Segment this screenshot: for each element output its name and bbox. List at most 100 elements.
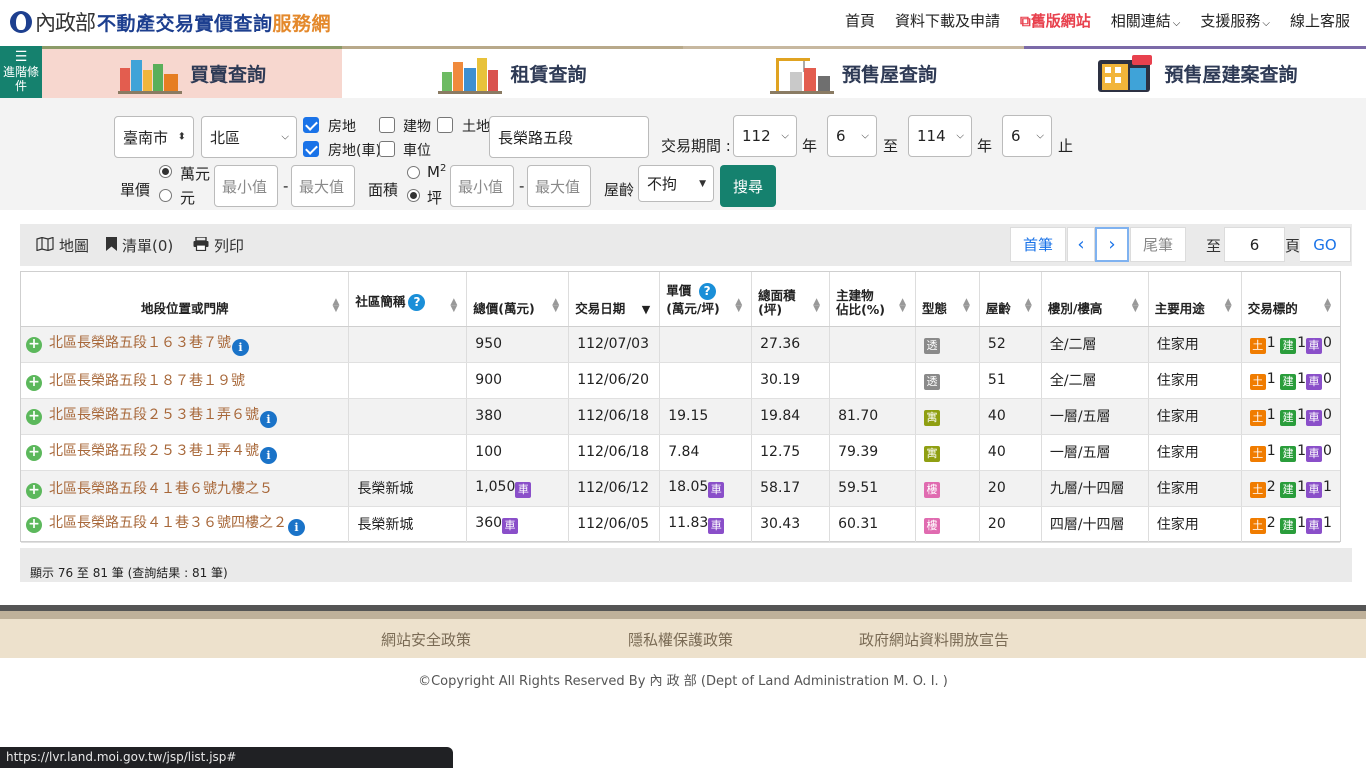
address-link[interactable]: 北區長榮路五段１８７巷１９號 [49,373,245,389]
city-select[interactable]: 臺南市 ⬍ [114,116,194,158]
first-page-button[interactable]: 首筆 [1010,227,1066,262]
map-button[interactable]: 地圖 [36,235,89,256]
checkbox-land[interactable] [437,117,453,133]
expand-plus-icon[interactable]: + [26,374,42,391]
nav-links[interactable]: 相關連結 ⌵ [1111,10,1181,31]
area-max-placeholder: 最大值 [535,177,581,196]
to-month-select[interactable]: 6 ⌵ [1002,115,1052,157]
help-icon[interactable]: ? [408,294,426,312]
cell-address[interactable]: + 北區長榮路五段４１巷６號九樓之５ [21,470,350,507]
advanced-conditions-toggle[interactable]: ☰ 進階條件 [0,46,42,102]
expand-plus-icon[interactable]: + [26,337,42,353]
tab-presale[interactable]: 預售屋查詢 [683,46,1024,98]
table-row[interactable]: + 北區長榮路五段１８７巷１９號 900 112/06/20 30.19 透 51 全/二層住… [21,362,1340,399]
col-trade-target[interactable]: 交易標的 ▲ ▼ [1241,272,1340,327]
col-total-area[interactable]: 總面積 (坪) ▲ ▼ [751,272,831,327]
address-link[interactable]: 北區長榮路五段１６３巷７號 [49,335,231,351]
radio-area-ping[interactable] [407,189,420,202]
footer-privacy-policy[interactable]: 隱私權保護政策 [628,629,733,650]
cell-trade-date: 112/06/12 [568,470,661,507]
checkbox-land-building-car[interactable] [303,141,319,157]
area-unit-m: M [427,163,440,181]
nav-support[interactable]: 支援服務 ⌵ [1200,10,1270,31]
house-age-select[interactable]: 不拘 ▼ [638,165,714,202]
table-row[interactable]: + 北區長榮路五段４１巷６號九樓之５ 長榮新城 1,050 車 112/06/12 18.0… [21,470,1340,507]
from-month-select[interactable]: 6 ⌵ [827,115,877,157]
next-page-button[interactable]: › [1095,227,1129,262]
table-row[interactable]: + 北區長榮路五段１６３巷７號 i 950 112/07/03 27.36 透 52 全/二層住… [21,326,1340,363]
info-icon[interactable]: i [260,411,277,428]
col-trade-date[interactable]: 交易日期 ▼ [568,272,661,327]
col-main-building-ratio[interactable]: 主建物 佔比(%) ▲ ▼ [829,272,916,327]
road-input[interactable]: 長榮路五段 [489,116,649,158]
address-link[interactable]: 北區長榮路五段４１巷６號九樓之５ [49,481,273,497]
cell-address[interactable]: + 北區長榮路五段１８７巷１９號 [21,362,350,399]
expand-plus-icon[interactable]: + [26,517,42,533]
price-min-input[interactable]: 最小值 [214,165,278,207]
to-year-select[interactable]: 114 ⌵ [908,115,972,157]
checkbox-building[interactable] [379,117,395,133]
nav-online-service[interactable]: 線上客服 [1290,10,1350,31]
prev-page-button[interactable]: ‹ [1067,227,1095,262]
cell-address[interactable]: + 北區長榮路五段２５３巷１弄６號 i [21,398,350,435]
nav-legacy-site[interactable]: ⧉舊版網站 [1020,10,1091,31]
nav-download[interactable]: 資料下載及申請 [895,10,1000,31]
info-icon[interactable]: i [288,519,305,536]
address-link[interactable]: 北區長榮路五段２５３巷１弄４號 [49,443,259,459]
print-button[interactable]: 列印 [193,235,244,256]
search-button[interactable]: 搜尋 [720,165,776,207]
label-land-building-car: 房地(車) [328,143,381,159]
cell-floor: 一層/五層 [1041,434,1149,471]
table-row[interactable]: + 北區長榮路五段４１巷３６號四樓之２ i 長榮新城 360 車 112/06/05 11.8… [21,506,1340,543]
price-max-input[interactable]: 最大值 [291,165,355,207]
district-select[interactable]: 北區 ⌵ [201,116,297,158]
col-type[interactable]: 型態 ▲ ▼ [915,272,980,327]
page-number-input[interactable]: 6 [1224,227,1285,262]
radio-price-yuan[interactable] [159,189,172,202]
site-logo[interactable]: 內政部 不動產交易實價查詢 服務網 [10,6,331,38]
nav-home[interactable]: 首頁 [845,10,875,31]
address-link[interactable]: 北區長榮路五段４１巷３６號四樓之２ [49,515,287,531]
tab-presale-project[interactable]: 預售屋建案查詢 [1024,46,1366,98]
go-button[interactable]: GO [1300,227,1351,262]
col-unit-price[interactable]: 單價 ? (萬元/坪) ▲ ▼ [659,272,753,327]
last-page-button[interactable]: 尾筆 [1130,227,1186,262]
expand-plus-icon[interactable]: + [26,445,42,461]
footer-security-policy[interactable]: 網站安全政策 [381,629,471,650]
col-usage[interactable]: 主要用途 ▲ ▼ [1148,272,1242,327]
help-icon[interactable]: ? [698,282,716,300]
radio-area-m2[interactable] [407,166,420,179]
tab-rental[interactable]: 租賃查詢 [342,46,683,98]
col-address[interactable]: 地段位置或門牌 ▲ ▼ [21,272,350,327]
col-address-label: 地段位置或門牌 [140,300,229,316]
expand-plus-icon[interactable]: + [26,409,42,425]
tab-buy-sell[interactable]: 買賣查詢 [42,46,342,98]
info-icon[interactable]: i [260,447,277,464]
footer-open-data[interactable]: 政府網站資料開放宣告 [859,629,1009,650]
table-row[interactable]: + 北區長榮路五段２５３巷１弄４號 i 100 112/06/18 7.84 12.75 79… [21,434,1340,471]
radio-price-wan[interactable] [159,165,172,178]
from-year-select[interactable]: 112 ⌵ [733,115,797,157]
checkbox-land-building[interactable] [303,117,319,133]
sort-icon: ▲ ▼ [552,296,560,314]
table-row[interactable]: + 北區長榮路五段２５３巷１弄６號 i 380 112/06/18 19.15 19.84 8… [21,398,1340,435]
info-icon[interactable]: i [232,339,249,356]
col-age[interactable]: 屋齡 ▲ ▼ [979,272,1042,327]
checkbox-parking[interactable] [379,141,395,157]
car-count: 1 [1322,478,1332,495]
address-link[interactable]: 北區長榮路五段２５３巷１弄６號 [49,407,259,423]
expand-plus-icon[interactable]: + [26,482,42,499]
price-max-placeholder: 最大值 [299,177,345,196]
col-total-price[interactable]: 總價(萬元) ▲ ▼ [466,272,570,327]
area-min-input[interactable]: 最小值 [450,165,514,207]
cell-address[interactable]: + 北區長榮路五段１６３巷７號 i [21,326,350,363]
list-button[interactable]: 清單(0) [106,235,173,256]
area-max-input[interactable]: 最大值 [527,165,591,207]
house-age-value: 不拘 [647,175,678,193]
cell-usage: 住家用 [1148,434,1242,471]
col-floor[interactable]: 樓別/樓高 ▲ ▼ [1041,272,1149,327]
cell-address[interactable]: + 北區長榮路五段２５３巷１弄４號 i [21,434,350,471]
col-community[interactable]: 社區簡稱? ▲ ▼ [348,272,468,327]
to-label: 至 [883,137,899,155]
cell-address[interactable]: + 北區長榮路五段４１巷３６號四樓之２ i [21,506,350,543]
